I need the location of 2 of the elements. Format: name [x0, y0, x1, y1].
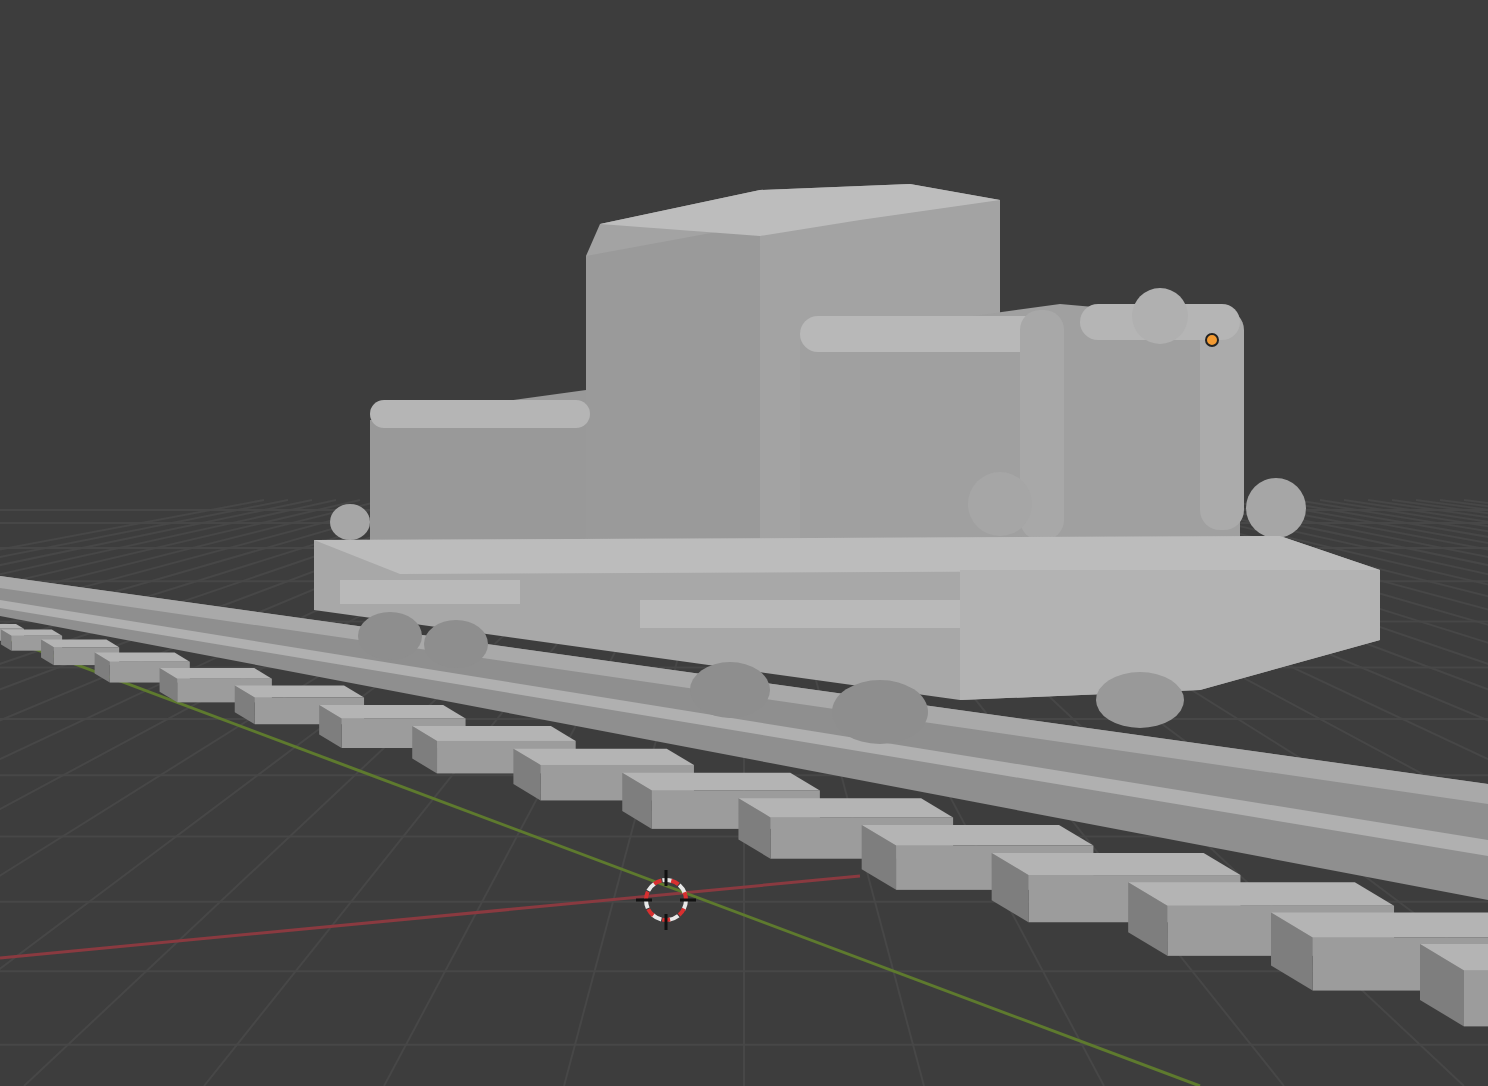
3d-cursor-icon [636, 870, 696, 930]
origin-point-icon [1205, 333, 1219, 347]
